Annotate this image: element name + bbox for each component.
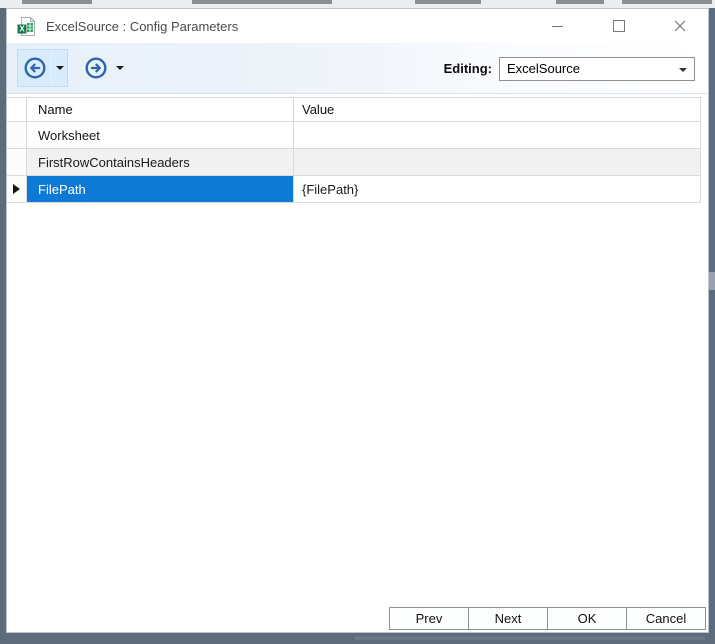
chevron-down-icon xyxy=(115,66,124,70)
row-header-column xyxy=(7,98,27,122)
forward-button[interactable] xyxy=(79,56,112,80)
minimize-icon xyxy=(552,25,563,27)
minimize-button[interactable] xyxy=(535,9,580,43)
maximize-button[interactable] xyxy=(596,9,641,43)
maximize-icon xyxy=(612,20,625,32)
background-window-fragment xyxy=(192,0,332,4)
excel-file-icon: X xyxy=(16,15,37,37)
window-controls xyxy=(519,9,702,43)
circle-arrow-left-icon xyxy=(23,56,47,80)
ok-button[interactable]: OK xyxy=(547,607,627,630)
screen: X ExcelSource : Config Parameters Editin… xyxy=(0,0,715,644)
background-window-fragment xyxy=(556,0,604,4)
config-parameters-dialog: X ExcelSource : Config Parameters Editin… xyxy=(6,8,709,633)
table-row[interactable]: FirstRowContainsHeaders xyxy=(7,149,702,176)
back-split-button[interactable] xyxy=(17,49,68,87)
editing-label: Editing: xyxy=(443,61,492,76)
background-window-right-strip xyxy=(709,8,715,644)
row-header-cell[interactable] xyxy=(7,149,27,176)
next-button[interactable]: Next xyxy=(468,607,548,630)
back-dropdown-button[interactable] xyxy=(51,50,67,86)
background-window-right-accent xyxy=(709,272,715,290)
forward-split-button[interactable] xyxy=(78,49,128,87)
value-cell[interactable]: {FilePath} xyxy=(294,176,701,203)
column-header-name[interactable]: Name xyxy=(27,98,294,122)
titlebar: X ExcelSource : Config Parameters xyxy=(7,9,708,43)
editing-combobox-value: ExcelSource xyxy=(507,61,580,76)
back-button[interactable] xyxy=(18,56,51,80)
chevron-down-icon xyxy=(55,66,64,70)
name-cell-selected[interactable]: FilePath xyxy=(27,176,294,203)
editing-combobox[interactable]: ExcelSource xyxy=(499,56,695,81)
column-header-value[interactable]: Value xyxy=(294,98,701,122)
grid-header-row: Name Value xyxy=(7,97,702,122)
background-window-top-strip xyxy=(0,0,715,8)
current-row-indicator-icon xyxy=(13,184,20,194)
value-cell[interactable] xyxy=(294,149,701,176)
forward-dropdown-button[interactable] xyxy=(112,50,127,86)
chevron-down-icon xyxy=(679,67,687,72)
value-cell[interactable] xyxy=(294,122,701,149)
footer-button-bar: Prev Next OK Cancel xyxy=(389,607,706,630)
circle-arrow-right-icon xyxy=(84,56,108,80)
row-header-cell[interactable] xyxy=(7,176,27,203)
background-window-fragment xyxy=(415,0,481,4)
background-window-fragment xyxy=(622,0,712,4)
parameters-grid: Name Value Worksheet FirstRowContainsHea… xyxy=(7,97,702,203)
name-cell[interactable]: Worksheet xyxy=(27,122,294,149)
cancel-button[interactable]: Cancel xyxy=(626,607,706,630)
window-title: ExcelSource : Config Parameters xyxy=(46,18,239,34)
row-header-cell[interactable] xyxy=(7,122,27,149)
prev-button[interactable]: Prev xyxy=(389,607,469,630)
close-icon xyxy=(674,20,686,32)
name-cell[interactable]: FirstRowContainsHeaders xyxy=(27,149,294,176)
svg-text:X: X xyxy=(19,24,25,33)
table-row[interactable]: Worksheet xyxy=(7,122,702,149)
background-window-bottom-accent xyxy=(355,636,705,640)
table-row-selected[interactable]: FilePath {FilePath} xyxy=(7,176,702,203)
background-window-fragment xyxy=(22,0,92,4)
editing-section: Editing: ExcelSource xyxy=(444,43,695,94)
close-button[interactable] xyxy=(657,9,702,43)
